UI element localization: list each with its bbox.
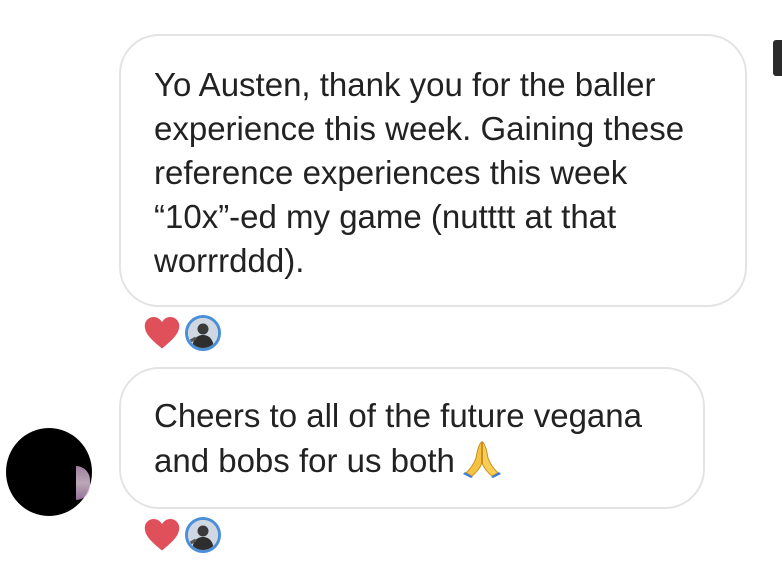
message-bubble[interactable]: Yo Austen, thank you for the baller expe… xyxy=(119,34,747,307)
message-bubble[interactable]: Cheers to all of the future vegana and b… xyxy=(119,367,705,509)
message-text-line: reference experiences this week xyxy=(154,154,628,191)
message-text-line: and bobs for us both xyxy=(154,438,673,483)
heart-icon xyxy=(144,316,180,349)
message-text-line: Yo Austen, thank you for the baller xyxy=(154,66,656,103)
folded-hands-emoji xyxy=(462,440,501,478)
message-text-line: “10x”-ed my game (nutttt at that xyxy=(154,198,617,235)
reactor-avatar[interactable] xyxy=(185,517,221,553)
heart-icon xyxy=(144,518,180,551)
message-text-line: Cheers to all of the future vegana xyxy=(154,397,642,434)
edge-fragment xyxy=(773,40,782,76)
person-silhouette-icon xyxy=(188,520,218,550)
message-text-line: worrrddd). xyxy=(154,242,305,279)
message-reactions[interactable] xyxy=(143,314,221,352)
message-text-line: experience this week. Gaining these xyxy=(154,110,685,147)
reactor-avatar[interactable] xyxy=(185,315,221,351)
message-reactions[interactable] xyxy=(143,516,221,554)
person-silhouette-icon xyxy=(188,318,218,348)
